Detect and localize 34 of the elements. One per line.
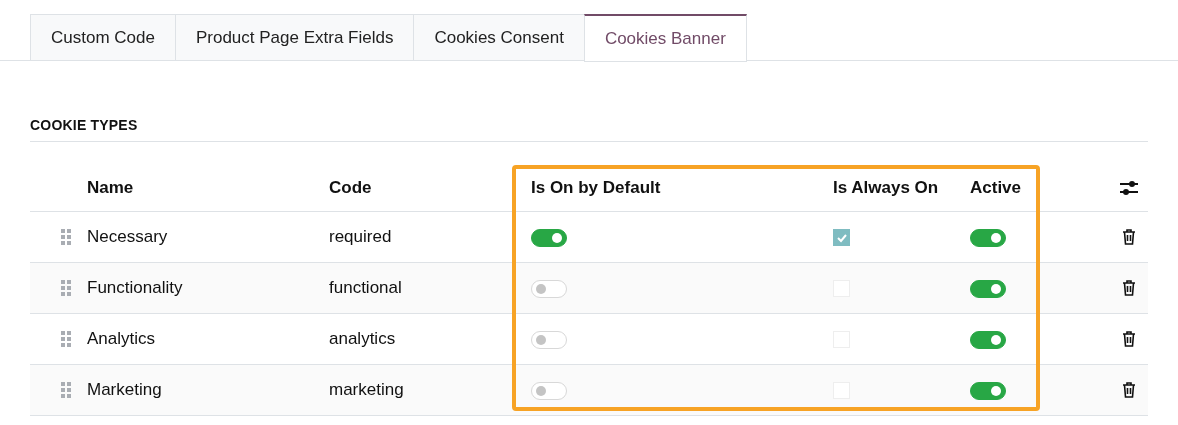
drag-handle-icon[interactable] [60, 382, 71, 398]
column-header[interactable]: Active [970, 178, 1100, 198]
drag-handle-icon[interactable] [60, 280, 71, 296]
table-cell-text: functional [329, 278, 403, 298]
table-cell-text: marketing [329, 380, 405, 400]
table-cell-text: Necessary [87, 227, 169, 247]
tab[interactable]: Cookies Banner [583, 14, 747, 62]
table-cell-text: Functionality [87, 278, 184, 298]
tab[interactable]: Custom Code [30, 14, 175, 61]
toggle-switch[interactable] [970, 279, 1006, 298]
toggle-switch[interactable] [531, 228, 567, 247]
trash-icon[interactable] [1122, 382, 1136, 398]
section-title: COOKIE TYPES [30, 117, 1148, 142]
column-header[interactable]: Is On by Default [531, 178, 833, 198]
column-header[interactable]: Code [329, 178, 531, 198]
check-icon [835, 232, 848, 243]
trash-icon[interactable] [1122, 229, 1136, 245]
settings-sliders-icon[interactable] [1119, 179, 1139, 197]
toggle-switch[interactable] [970, 228, 1006, 247]
table-cell-text: required [329, 227, 393, 247]
trash-icon[interactable] [1122, 280, 1136, 296]
drag-handle-icon[interactable] [60, 331, 71, 347]
checkbox[interactable] [833, 229, 850, 246]
toggle-switch[interactable] [970, 381, 1006, 400]
toggle-switch[interactable] [970, 330, 1006, 349]
tab[interactable]: Cookies Consent [413, 14, 584, 61]
table-cell-text: analytics [329, 329, 397, 349]
trash-icon[interactable] [1122, 331, 1136, 347]
column-header[interactable]: Name [87, 178, 329, 198]
drag-handle-icon[interactable] [60, 229, 71, 245]
table-cell-text: Marketing [87, 380, 163, 400]
table-cell-text: Analytics [87, 329, 157, 349]
tab[interactable]: Product Page Extra Fields [174, 14, 414, 61]
column-header[interactable]: Is Always On [833, 178, 970, 198]
